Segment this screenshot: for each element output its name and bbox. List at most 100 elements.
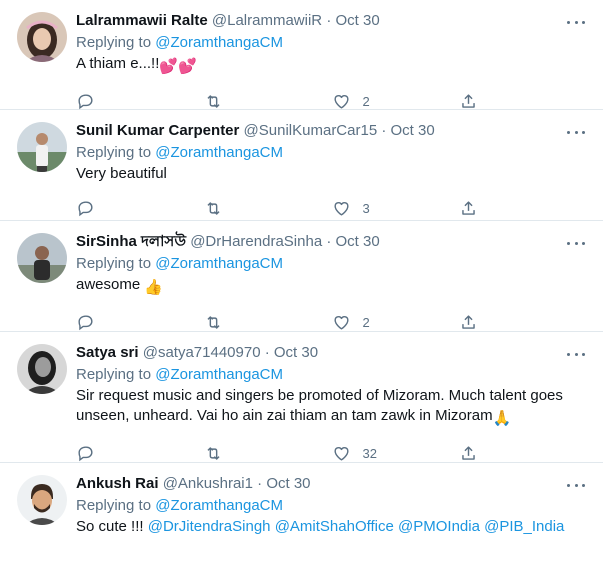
replying-prefix: Replying to — [76, 144, 152, 161]
replying-to: Replying to @ZoramthangaCM — [76, 496, 587, 516]
author-name[interactable]: Sunil Kumar Carpenter — [76, 122, 239, 139]
tweet-text: So cute !!! @DrJitendraSingh @AmitShahOf… — [76, 517, 587, 537]
separator-dot: · — [326, 12, 332, 29]
reply-icon — [78, 200, 93, 216]
retweet-button[interactable] — [204, 444, 332, 463]
reply-icon — [78, 93, 93, 109]
like-count: 32 — [362, 445, 377, 461]
replying-to-link[interactable]: @ZoramthangaCM — [155, 144, 283, 161]
tweet-text: Very beautiful — [76, 164, 587, 184]
replying-to-link[interactable]: @ZoramthangaCM — [155, 497, 283, 514]
tweet-date[interactable]: Oct 30 — [391, 122, 435, 139]
avatar[interactable] — [17, 233, 67, 283]
tweet-text-content: awesome — [76, 276, 141, 293]
retweet-icon — [207, 94, 220, 108]
replying-to: Replying to @ZoramthangaCM — [76, 254, 587, 274]
author-name[interactable]: SirSinha দলাসউ — [76, 233, 186, 250]
reply-button[interactable] — [76, 92, 204, 111]
like-icon — [333, 315, 349, 330]
avatar[interactable] — [17, 12, 67, 62]
avatar[interactable] — [17, 475, 67, 525]
author-handle[interactable]: @LalrammawiiR — [212, 12, 322, 29]
tweet-text-content: Sir request music and singers be promote… — [76, 387, 563, 424]
author-name[interactable]: Lalrammawii Ralte — [76, 12, 208, 29]
mention-link[interactable]: @AmitShahOffice — [275, 518, 394, 535]
separator-dot: · — [264, 344, 270, 361]
like-icon — [333, 201, 349, 216]
replying-to: Replying to @ZoramthangaCM — [76, 143, 587, 163]
more-icon[interactable] — [567, 236, 585, 250]
tweet-date[interactable]: Oct 30 — [274, 344, 318, 361]
share-button[interactable] — [459, 199, 587, 218]
like-button[interactable]: 3 — [332, 199, 460, 218]
more-icon[interactable] — [567, 125, 585, 139]
share-icon — [462, 445, 476, 460]
tweet-text: Sir request music and singers be promote… — [76, 386, 587, 429]
separator-dot: · — [326, 233, 332, 250]
retweet-button[interactable] — [204, 92, 332, 111]
author-handle[interactable]: @SunilKumarCar15 — [244, 122, 378, 139]
retweet-button[interactable] — [204, 313, 332, 332]
more-icon[interactable] — [567, 15, 585, 29]
replying-to-link[interactable]: @ZoramthangaCM — [155, 255, 283, 272]
more-icon[interactable] — [567, 347, 585, 361]
tweet-date[interactable]: Oct 30 — [335, 12, 379, 29]
replying-to: Replying to @ZoramthangaCM — [76, 33, 587, 53]
reply-button[interactable] — [76, 199, 204, 218]
replying-to-link[interactable]: @ZoramthangaCM — [155, 34, 283, 51]
like-button[interactable]: 2 — [332, 92, 460, 111]
reply-button[interactable] — [76, 313, 204, 332]
like-button[interactable]: 32 — [332, 444, 460, 463]
author-name[interactable]: Satya sri — [76, 344, 139, 361]
retweet-icon — [207, 446, 220, 460]
tweet-header: Lalrammawii Ralte @LalrammawiiR · Oct 30 — [76, 11, 587, 31]
tweet[interactable]: Lalrammawii Ralte @LalrammawiiR · Oct 30… — [0, 0, 603, 110]
avatar[interactable] — [17, 344, 67, 394]
replying-to: Replying to @ZoramthangaCM — [76, 365, 587, 385]
tweet-header: Satya sri @satya71440970 · Oct 30 — [76, 343, 587, 363]
separator-dot: · — [381, 122, 387, 139]
reply-feed: Lalrammawii Ralte @LalrammawiiR · Oct 30… — [0, 0, 603, 575]
mention-link[interactable]: @PMOIndia — [398, 518, 480, 535]
share-button[interactable] — [459, 313, 587, 332]
mention-link[interactable]: @PIB_India — [484, 518, 564, 535]
tweet-header: Ankush Rai @Ankushrai1 · Oct 30 — [76, 474, 587, 494]
avatar[interactable] — [17, 122, 67, 172]
tweet-text-content: Very beautiful — [76, 165, 167, 182]
tweet[interactable]: SirSinha দলাসউ @DrHarendraSinha · Oct 30… — [0, 221, 603, 332]
retweet-icon — [207, 315, 220, 329]
reply-button[interactable] — [76, 444, 204, 463]
tweet-text-content: A thiam e...!! — [76, 55, 160, 72]
mention-link[interactable]: @DrJitendraSingh — [148, 518, 271, 535]
share-button[interactable] — [459, 92, 587, 111]
tweet-text: A thiam e...!!💕💕 — [76, 54, 587, 77]
retweet-button[interactable] — [204, 199, 332, 218]
separator-dot: · — [257, 475, 263, 492]
author-handle[interactable]: @DrHarendraSinha — [190, 233, 322, 250]
retweet-icon — [207, 201, 220, 215]
author-name[interactable]: Ankush Rai — [76, 475, 159, 492]
tweet[interactable]: Satya sri @satya71440970 · Oct 30 Replyi… — [0, 332, 603, 463]
replying-to-link[interactable]: @ZoramthangaCM — [155, 366, 283, 383]
hearts-emoji: 💕💕 — [159, 58, 197, 75]
replying-prefix: Replying to — [76, 255, 152, 272]
replying-prefix: Replying to — [76, 34, 152, 51]
folded-hands-emoji: 🙏 — [492, 410, 512, 427]
like-button[interactable]: 2 — [332, 313, 460, 332]
like-icon — [333, 446, 349, 461]
reply-icon — [78, 445, 93, 461]
tweet[interactable]: Sunil Kumar Carpenter @SunilKumarCar15 ·… — [0, 110, 603, 221]
share-button[interactable] — [459, 444, 587, 463]
reply-icon — [78, 314, 93, 330]
tweet-date[interactable]: Oct 30 — [266, 475, 310, 492]
tweet-text-content: So cute !!! — [76, 518, 144, 535]
share-icon — [462, 314, 476, 329]
replying-prefix: Replying to — [76, 497, 152, 514]
share-icon — [462, 93, 476, 108]
author-handle[interactable]: @Ankushrai1 — [163, 475, 253, 492]
tweet-date[interactable]: Oct 30 — [336, 233, 380, 250]
author-handle[interactable]: @satya71440970 — [143, 344, 261, 361]
more-icon[interactable] — [567, 478, 585, 492]
like-count: 2 — [362, 314, 370, 330]
tweet[interactable]: Ankush Rai @Ankushrai1 · Oct 30 Replying… — [0, 463, 603, 575]
